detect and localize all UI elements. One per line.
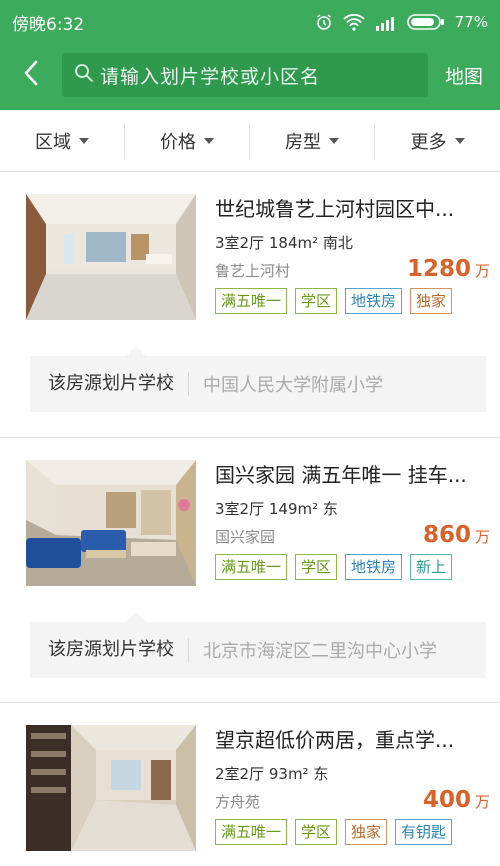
listing-info: 国兴家园 满五年唯一 挂车... 3室2厅 149m² 东 国兴家园 860 万 … — [215, 459, 490, 580]
tag: 地铁房 — [345, 288, 403, 314]
status-time: 傍晚6:32 — [12, 14, 85, 35]
listing-specs: 3室2厅 149m² 东 — [215, 500, 338, 518]
map-button[interactable]: 地图 — [428, 62, 500, 89]
caret-down-icon — [79, 137, 89, 144]
tag: 新上 — [410, 554, 453, 580]
filter-label: 区域 — [35, 131, 71, 153]
filter-room-type[interactable]: 房型 — [250, 122, 375, 159]
filter-more[interactable]: 更多 — [375, 123, 500, 159]
listing-title[interactable]: 世纪城鲁艺上河村园区中... — [215, 193, 490, 222]
listing-photo[interactable] — [26, 460, 196, 586]
listing-community: 方舟苑 — [215, 793, 261, 811]
tag: 学区 — [295, 288, 338, 314]
listing-card[interactable]: 国兴家园 满五年唯一 挂车... 3室2厅 149m² 东 国兴家园 860 万 … — [0, 439, 500, 703]
listing-photo[interactable] — [26, 725, 196, 851]
back-arrow-icon — [23, 60, 39, 90]
tag: 满五唯一 — [215, 819, 288, 845]
tag: 地铁房 — [345, 554, 403, 580]
filter-region[interactable]: 区域 — [0, 122, 125, 159]
listing-price-row: 鲁艺上河村 1280 万 — [215, 256, 490, 282]
listing-card[interactable]: 世纪城鲁艺上河村园区中... 3室2厅 184m² 南北 鲁艺上河村 1280 万… — [0, 173, 500, 438]
battery-percent: 77% — [454, 13, 488, 31]
tag: 独家 — [410, 288, 453, 314]
notch-pointer — [126, 346, 146, 356]
listing-tags: 满五唯一 学区 独家 有钥匙 — [215, 819, 490, 845]
school-info[interactable]: 该房源划片学校 北京市海淀区二里沟中心小学 — [30, 612, 486, 678]
caret-down-icon — [329, 137, 339, 144]
search-icon — [74, 63, 94, 87]
listing-price-wrap: 400 万 — [423, 787, 490, 813]
status-bar: 傍晚6:32 77% — [0, 0, 500, 44]
signal-icon — [375, 13, 397, 31]
listing-tags: 满五唯一 学区 地铁房 新上 — [215, 554, 490, 580]
price-unit: 万 — [474, 528, 490, 546]
listing-price: 400 — [422, 787, 471, 813]
school-name: 北京市海淀区二里沟中心小学 — [203, 641, 437, 662]
tag: 满五唯一 — [215, 554, 288, 580]
tag: 独家 — [345, 819, 388, 845]
filter-label: 价格 — [160, 131, 196, 153]
search-row: 请输入划片学校或小区名 地图 — [0, 50, 500, 100]
school-info[interactable]: 该房源划片学校 中国人民大学附属小学 — [30, 346, 486, 412]
filter-label: 房型 — [285, 131, 321, 153]
app-header: 傍晚6:32 77% 请输入划片学校或小区名 地图 — [0, 0, 500, 110]
listing-card[interactable]: 望京超低价两居，重点学... 2室2厅 93m² 东 方舟苑 400 万 满五唯一… — [0, 704, 500, 866]
tag: 学区 — [295, 554, 338, 580]
listing-specs: 2室2厅 93m² 东 — [215, 765, 329, 783]
school-label: 该房源划片学校 — [30, 372, 189, 396]
listing-price: 860 — [422, 522, 471, 548]
filter-price[interactable]: 价格 — [125, 122, 250, 159]
alarm-icon — [315, 13, 333, 32]
price-unit: 万 — [474, 262, 490, 280]
listing-title[interactable]: 望京超低价两居，重点学... — [215, 724, 490, 753]
tag: 满五唯一 — [215, 288, 288, 314]
filter-bar: 区域 价格 房型 更多 — [0, 110, 500, 172]
listing-price-row: 方舟苑 400 万 — [215, 787, 490, 813]
back-button[interactable] — [0, 50, 62, 100]
tag: 有钥匙 — [395, 819, 453, 845]
school-label: 该房源划片学校 — [30, 638, 189, 662]
listing-community: 国兴家园 — [215, 528, 276, 546]
listing-photo[interactable] — [26, 194, 196, 320]
notch-pointer — [126, 612, 146, 622]
listing-info: 世纪城鲁艺上河村园区中... 3室2厅 184m² 南北 鲁艺上河村 1280 万… — [215, 193, 490, 314]
listing-price-wrap: 860 万 — [423, 522, 490, 548]
filter-label: 更多 — [410, 131, 447, 153]
wifi-icon — [343, 13, 365, 32]
listing-price: 1280 — [406, 256, 471, 282]
caret-down-icon — [454, 137, 465, 144]
caret-down-icon — [204, 137, 214, 144]
school-name: 中国人民大学附属小学 — [203, 375, 383, 396]
listing-community: 鲁艺上河村 — [215, 262, 291, 280]
listing-title[interactable]: 国兴家园 满五年唯一 挂车... — [215, 459, 490, 488]
status-icons: 77% — [315, 13, 488, 32]
search-input[interactable]: 请输入划片学校或小区名 — [62, 53, 428, 97]
listing-specs: 3室2厅 184m² 南北 — [215, 234, 353, 252]
listing-tags: 满五唯一 学区 地铁房 独家 — [215, 288, 490, 314]
search-placeholder: 请输入划片学校或小区名 — [100, 65, 321, 88]
price-unit: 万 — [474, 793, 490, 811]
listing-price-row: 国兴家园 860 万 — [215, 522, 490, 548]
listing-info: 望京超低价两居，重点学... 2室2厅 93m² 东 方舟苑 400 万 满五唯一… — [215, 724, 490, 845]
listing-price-wrap: 1280 万 — [407, 256, 490, 282]
battery-icon — [406, 13, 445, 32]
tag: 学区 — [295, 819, 338, 845]
